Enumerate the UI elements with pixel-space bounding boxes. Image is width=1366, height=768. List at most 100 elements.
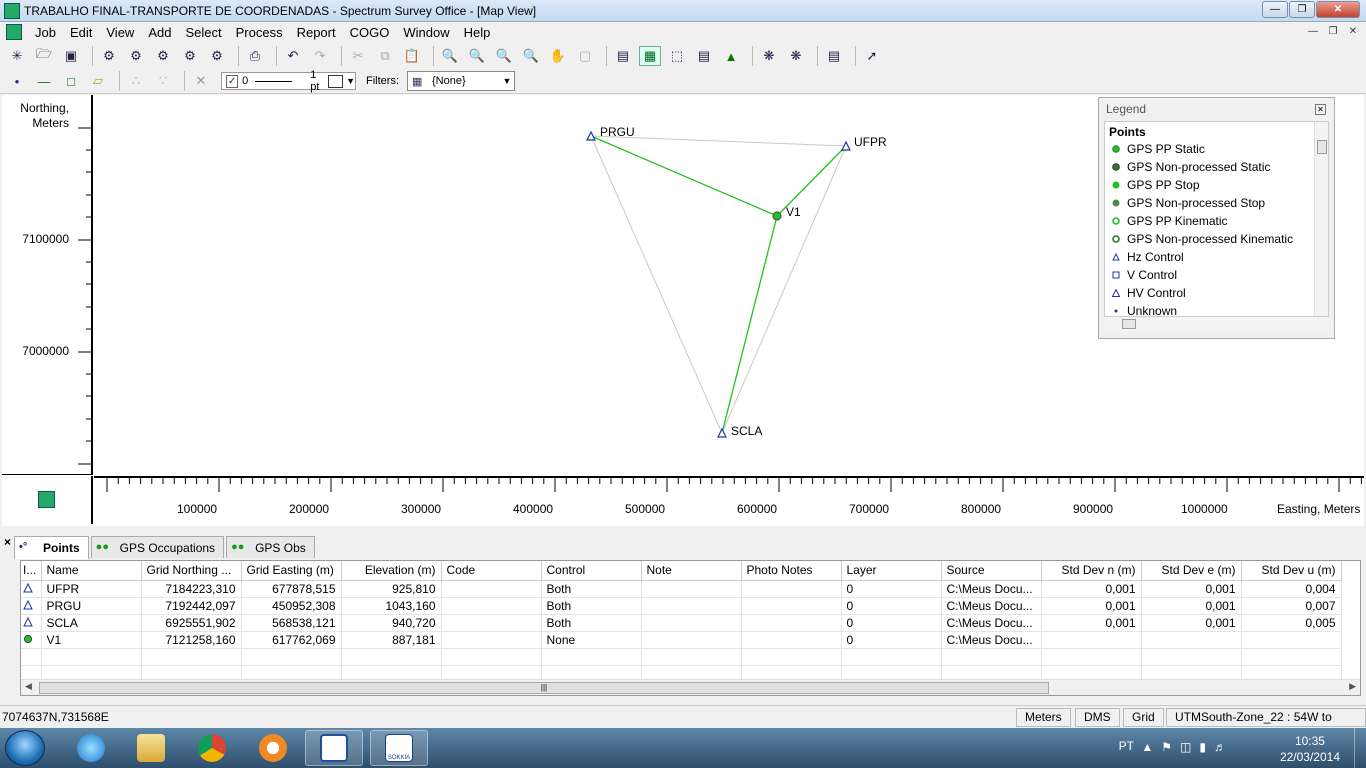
taskbar-word[interactable]	[305, 730, 363, 766]
table-cell[interactable]	[1041, 631, 1142, 649]
scrollbar-thumb[interactable]	[1317, 140, 1327, 154]
menu-cogo[interactable]: COGO	[343, 25, 397, 40]
legend-vertical-scrollbar[interactable]	[1314, 122, 1328, 316]
table-cell[interactable]: 0,001	[1041, 614, 1142, 632]
mdi-close-button[interactable]: ✕	[1344, 24, 1362, 40]
table-cell[interactable]: V1	[41, 631, 142, 649]
table-cell[interactable]: C:\Meus Docu...	[941, 614, 1042, 632]
column-header[interactable]: Layer	[841, 561, 942, 581]
filters-select[interactable]: ▦ {None} ▼	[407, 71, 515, 91]
table-row[interactable]: UFPR 7184223,310 677878,515 925,810 Both 0 C:\…	[21, 580, 1342, 598]
zoom-extents-icon[interactable]: 🔍	[520, 46, 542, 66]
new-job-icon[interactable]: ✳	[6, 46, 28, 66]
table-cell[interactable]: C:\Meus Docu...	[941, 580, 1042, 598]
network-adjust-icon[interactable]: ❋	[758, 46, 780, 66]
table-cell[interactable]: 0,005	[1241, 614, 1342, 632]
column-header[interactable]: Elevation (m)	[341, 561, 442, 581]
table-cell[interactable]: Both	[541, 597, 642, 615]
start-button[interactable]	[5, 730, 45, 766]
line-color-swatch[interactable]	[328, 74, 344, 88]
add-point-icon[interactable]: •	[6, 71, 28, 91]
table-cell[interactable]: 7184223,310	[141, 580, 242, 598]
table-cell[interactable]: 0	[841, 631, 942, 649]
table-cell[interactable]: Both	[541, 580, 642, 598]
column-header[interactable]: Name	[41, 561, 142, 581]
tray-icons[interactable]: ▲⚑◫▮♬	[1141, 740, 1234, 754]
table-cell[interactable]: 0,001	[1141, 614, 1242, 632]
table-cell[interactable]: 7121258,160	[141, 631, 242, 649]
table-cell[interactable]: C:\Meus Docu...	[941, 597, 1042, 615]
export-icon[interactable]: ⚙	[179, 46, 201, 66]
tree-icon[interactable]: ▲	[720, 46, 742, 66]
split-line-icon[interactable]: ∴	[125, 71, 147, 91]
report-icon[interactable]: ▤	[823, 46, 845, 66]
point-marker-v1[interactable]	[772, 211, 782, 221]
menu-report[interactable]: Report	[290, 25, 343, 40]
chevron-down-icon[interactable]: ▼	[500, 76, 514, 86]
table-cell[interactable]: 0,001	[1141, 597, 1242, 615]
table-cell[interactable]	[741, 597, 842, 615]
map-icon[interactable]	[38, 491, 55, 508]
table-cell[interactable]: 0,001	[1041, 580, 1142, 598]
table-cell[interactable]: 617762,069	[241, 631, 342, 649]
print-icon[interactable]: ⎙	[244, 46, 266, 66]
menu-edit[interactable]: Edit	[63, 25, 99, 40]
column-header[interactable]: Note	[641, 561, 742, 581]
table-cell[interactable]	[441, 580, 542, 598]
table-cell[interactable]: 450952,308	[241, 597, 342, 615]
table-cell[interactable]: 568538,121	[241, 614, 342, 632]
table-cell[interactable]: 887,181	[341, 631, 442, 649]
close-button[interactable]: ✕	[1316, 1, 1360, 18]
close-icon[interactable]: ✕	[1315, 104, 1326, 115]
table-cell[interactable]	[1141, 631, 1242, 649]
table-cell[interactable]: 925,810	[341, 580, 442, 598]
table-row[interactable]: SCLA 6925551,902 568538,121 940,720 Both 0 C:\…	[21, 614, 1342, 632]
delete-icon[interactable]: ✕	[190, 71, 212, 91]
column-header[interactable]: Photo Notes	[741, 561, 842, 581]
join-line-icon[interactable]: ∵	[152, 71, 174, 91]
scrollbar-thumb[interactable]: |||	[39, 682, 1049, 694]
zoom-window-icon[interactable]: ▢	[574, 46, 596, 66]
open-folder-icon[interactable]: 🗁	[33, 46, 55, 66]
add-line-icon[interactable]: —	[33, 71, 55, 91]
mdi-restore-button[interactable]: ❐	[1324, 24, 1342, 40]
line-style-selector[interactable]: ✓ 0 1 pt ▼	[221, 69, 356, 93]
column-header[interactable]: Std Dev e (m)	[1141, 561, 1242, 581]
tab-gps-obs[interactable]: ●● GPS Obs	[226, 536, 315, 558]
table-cell[interactable]: 7192442,097	[141, 597, 242, 615]
table-cell[interactable]: PRGU	[41, 597, 142, 615]
copy-icon[interactable]: ⧉	[374, 46, 396, 66]
pan-hand-icon[interactable]: ✋	[547, 46, 569, 66]
map-view-icon[interactable]: ▦	[639, 46, 661, 66]
column-header[interactable]: Grid Northing ...	[141, 561, 242, 581]
process-icon[interactable]: ⚙	[152, 46, 174, 66]
table-cell[interactable]: 1043,160	[341, 597, 442, 615]
app-icon[interactable]	[4, 2, 20, 19]
close-icon[interactable]: ×	[4, 535, 11, 549]
chevron-down-icon[interactable]: ▼	[346, 76, 355, 86]
cut-icon[interactable]: ✂	[347, 46, 369, 66]
table-cell[interactable]: 0,001	[1041, 597, 1142, 615]
table-cell[interactable]: 0,007	[1241, 597, 1342, 615]
scroll-left-icon[interactable]: ◀	[25, 681, 32, 692]
redo-icon[interactable]: ↷	[309, 46, 331, 66]
restore-button[interactable]: ❐	[1289, 1, 1315, 18]
help-pointer-icon[interactable]: ➚	[861, 46, 883, 66]
save-icon[interactable]: ▣	[60, 46, 82, 66]
taskbar-media[interactable]	[244, 730, 302, 766]
table-cell[interactable]: None	[541, 631, 642, 649]
column-header[interactable]: Control	[541, 561, 642, 581]
mdi-minimize-button[interactable]: —	[1304, 24, 1322, 40]
undo-icon[interactable]: ↶	[282, 46, 304, 66]
column-header[interactable]: Source	[941, 561, 1042, 581]
zoom-out-icon[interactable]: 🔍	[466, 46, 488, 66]
table-cell[interactable]	[641, 580, 742, 598]
document-icon[interactable]	[6, 24, 22, 40]
clock[interactable]: 10:35 22/03/2014	[1280, 733, 1340, 765]
column-header[interactable]: I...	[21, 561, 42, 581]
taskbar-spectrum[interactable]: SOKKIA	[370, 730, 428, 766]
zoom-in-icon[interactable]: 🔍	[439, 46, 461, 66]
table-cell[interactable]: UFPR	[41, 580, 142, 598]
zoom-previous-icon[interactable]: 🔍	[493, 46, 515, 66]
table-cell[interactable]: 0,004	[1241, 580, 1342, 598]
